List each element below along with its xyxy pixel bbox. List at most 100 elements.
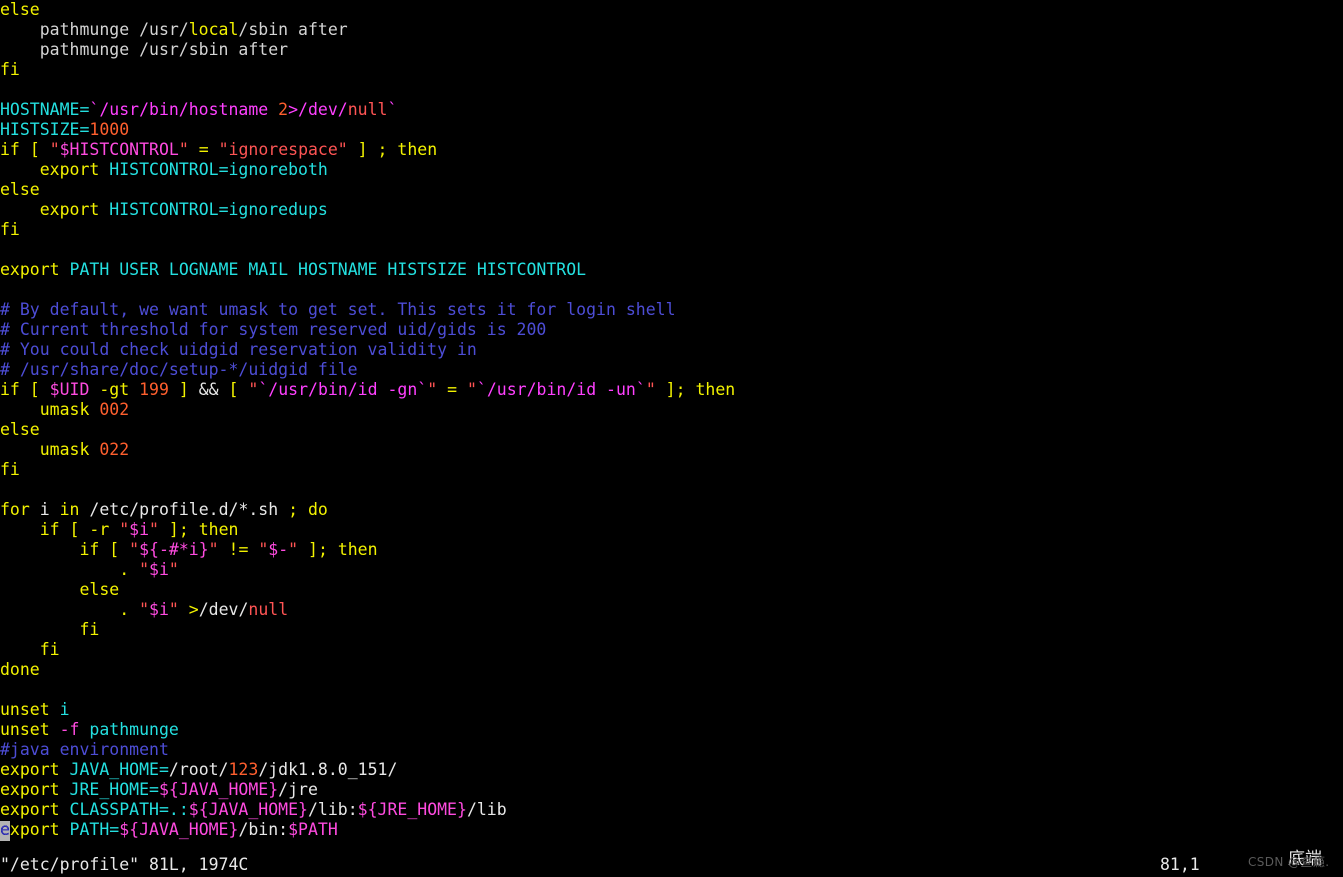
status-ruler-position: 81,1 [1160,855,1200,874]
token-string: " [149,520,159,539]
code-line: HISTSIZE=1000 [0,120,1343,140]
token-keyword: umask [39,440,100,459]
token-string: " [248,380,259,399]
token-keyword: ] ; then [347,140,438,159]
token-ident: pathmunge [89,720,179,739]
token-ident: HISTCONTROL=ignoredups [109,200,328,219]
token-keyword: for [0,500,30,519]
terminal-window[interactable]: else pathmunge /usr/local/sbin after pat… [0,0,1343,877]
code-line: if [ -r "$i" ]; then [0,520,1343,540]
token-keyword: fi [0,60,20,79]
token-number: 199 [139,380,169,399]
token-ident: i [59,700,70,719]
token-white: /bin: [238,820,289,839]
code-line: fi [0,620,1343,640]
token-string: " [178,140,189,159]
code-line: if [ "$HISTCONTROL" = "ignorespace" ] ; … [0,140,1343,160]
code-line: umask 002 [0,400,1343,420]
token-ident: HOSTNAME= [0,100,90,119]
code-line: else [0,180,1343,200]
token-keyword: export [0,760,60,779]
token-keyword: if [ [0,380,50,399]
token-white: /dev/ [198,600,249,619]
token-var: $UID [49,380,90,399]
code-line: umask 022 [0,440,1343,460]
token-keyword: if [ -r [39,520,120,539]
token-keyword: local [188,20,239,39]
token-keyword: ] [168,380,199,399]
token-keyword: else [0,420,40,439]
token-keyword: export [0,260,60,279]
token-plain: /sbin after [238,20,348,39]
code-line: fi [0,640,1343,660]
token-keyword: in [59,500,80,519]
token-var: $HISTCONTROL [59,140,179,159]
token-keyword: export [0,780,60,799]
code-line: # You could check uidgid reservation val… [0,340,1343,360]
token-comment: #java environment [0,740,169,759]
token-comment: # You could check uidgid reservation val… [0,340,477,359]
token-ident: PATH= [69,820,120,839]
token-keyword: if [0,140,30,159]
code-line: # /usr/share/doc/setup-*/uidgid file [0,360,1343,380]
token-ident: JAVA_HOME= [69,760,169,779]
vim-status-line: "/etc/profile" 81L, 1974C 81,1 底端 [0,849,1343,877]
code-line: export CLASSPATH=.:${JAVA_HOME}/lib:${JR… [0,800,1343,820]
token-keyword: ]; then [655,380,736,399]
token-keyword: > [178,600,199,619]
token-keyword: unset [0,700,50,719]
token-keyword: fi [39,640,60,659]
code-line: export HISTCONTROL=ignoreboth [0,160,1343,180]
token-keyword: else [0,180,40,199]
token-keyword: else [0,0,40,19]
token-keyword: . [119,560,140,579]
token-white: /jdk1.8.0_151/ [258,760,398,779]
token-ident: HISTCONTROL=ignoreboth [109,160,328,179]
code-line: else [0,420,1343,440]
token-string: " [208,540,219,559]
token-white: /lib: [307,800,358,819]
token-keyword: [ [29,140,50,159]
token-keyword: [ [218,380,249,399]
token-keyword: umask [39,400,100,419]
token-white: /etc/profile.d/*.sh [79,500,289,519]
token-special: >/dev/ [288,100,348,119]
token-number: 2 [278,100,289,119]
vim-text-buffer[interactable]: else pathmunge /usr/local/sbin after pat… [0,0,1343,840]
token-keyword: ]; then [298,540,378,559]
token-keyword: -gt [89,380,140,399]
token-string: null [347,100,388,119]
token-keyword: if [ [79,540,130,559]
token-string: " [168,600,179,619]
token-string: " [139,560,150,579]
code-line: . "$i" >/dev/null [0,600,1343,620]
code-line: fi [0,60,1343,80]
token-string: " [258,540,269,559]
code-line: else [0,0,1343,20]
code-line: if [ "${-#*i}" != "$-" ]; then [0,540,1343,560]
token-string: " [139,600,150,619]
token-keyword: ]; then [158,520,239,539]
token-keyword: . [119,600,140,619]
token-var: $i [149,560,169,579]
code-line: export JAVA_HOME=/root/123/jdk1.8.0_151/ [0,760,1343,780]
code-line: . "$i" [0,560,1343,580]
token-comment: # /usr/share/doc/setup-*/uidgid file [0,360,358,379]
token-string: null [248,600,289,619]
token-keyword: ; do [288,500,328,519]
code-line: #java environment [0,740,1343,760]
token-var: $PATH [288,820,338,839]
